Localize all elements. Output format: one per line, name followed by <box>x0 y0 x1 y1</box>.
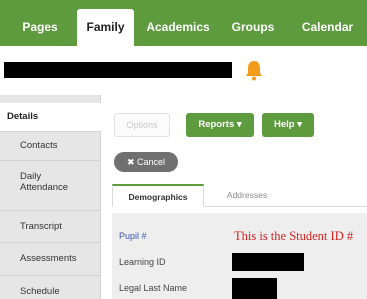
tab-addresses[interactable]: Addresses <box>210 184 284 207</box>
sidebar-item-details[interactable]: Details <box>0 103 102 131</box>
legal-last-name-label: Legal Last Name <box>119 283 188 293</box>
student-name-redacted <box>4 62 232 78</box>
learning-id-label: Learning ID <box>119 257 166 267</box>
pupil-number-label[interactable]: Pupil # <box>119 231 147 241</box>
tab-family[interactable]: Family <box>77 9 134 46</box>
help-button[interactable]: Help ▾ <box>262 113 314 137</box>
tab-groups[interactable]: Groups <box>222 0 284 46</box>
divider <box>0 275 101 276</box>
sidebar-item-assessments[interactable]: Assessments <box>0 253 101 264</box>
reports-button[interactable]: Reports ▾ <box>186 113 254 137</box>
options-button[interactable]: Options <box>114 113 170 137</box>
tab-demographics[interactable]: Demographics <box>112 184 204 207</box>
cancel-button[interactable]: ✖ Cancel <box>114 152 178 172</box>
sidebar-item-contacts[interactable]: Contacts <box>0 140 101 151</box>
sidebar-item-daily-attendance[interactable]: Daily Attendance <box>0 171 101 193</box>
divider <box>0 242 101 243</box>
tab-academics[interactable]: Academics <box>136 0 220 46</box>
tab-pages[interactable]: Pages <box>6 0 74 46</box>
top-navigation: Pages Family Academics Groups Calendar <box>0 0 367 46</box>
learning-id-redacted <box>232 253 304 271</box>
student-header <box>0 46 367 94</box>
sidebar-item-schedule[interactable]: Schedule <box>0 286 101 297</box>
sidebar: Details Contacts Daily Attendance Transc… <box>0 95 102 299</box>
legal-last-name-redacted <box>232 278 277 299</box>
student-id-annotation: This is the Student ID # <box>234 229 354 243</box>
bell-icon[interactable] <box>244 59 264 81</box>
divider <box>0 210 101 211</box>
divider <box>0 131 101 132</box>
tab-calendar[interactable]: Calendar <box>288 0 367 46</box>
divider <box>0 160 101 161</box>
sidebar-item-transcript[interactable]: Transcript <box>0 221 101 232</box>
